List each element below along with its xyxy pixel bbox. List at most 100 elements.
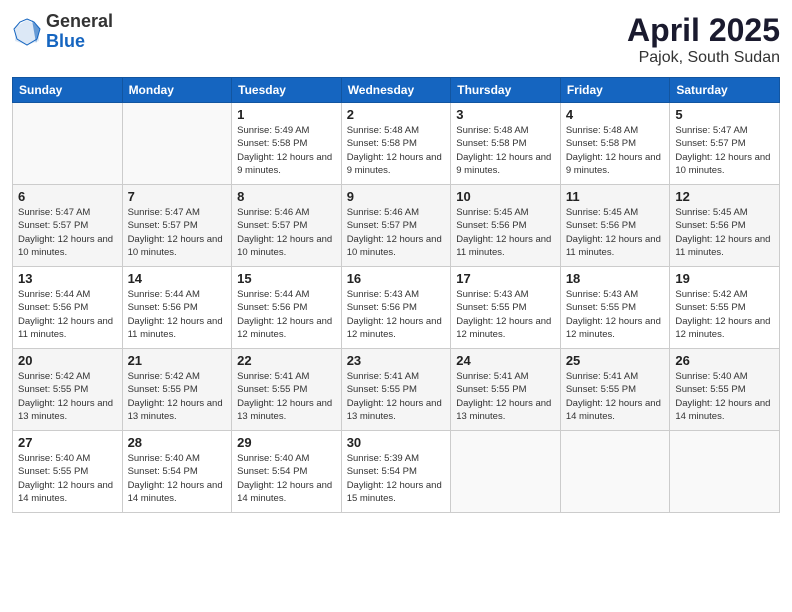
day-cell: 6 Sunrise: 5:47 AM Sunset: 5:57 PM Daylig… [13,185,123,267]
day-cell: 25 Sunrise: 5:41 AM Sunset: 5:55 PM Dayli… [560,349,670,431]
header-wednesday: Wednesday [341,78,451,103]
day-number: 14 [128,271,227,286]
day-cell: 14 Sunrise: 5:44 AM Sunset: 5:56 PM Dayli… [122,267,232,349]
day-cell: 2 Sunrise: 5:48 AM Sunset: 5:58 PM Daylig… [341,103,451,185]
day-info: Sunrise: 5:44 AM Sunset: 5:56 PM Dayligh… [237,288,336,341]
day-number: 13 [18,271,117,286]
day-cell: 16Sunrise: 5:43 AM Sunset: 5:56 PM Dayli… [341,267,451,349]
header-monday: Monday [122,78,232,103]
day-number: 12 [675,189,774,204]
logo-icon [12,17,42,47]
day-cell: 15Sunrise: 5:44 AM Sunset: 5:56 PM Dayli… [232,267,342,349]
header-saturday: Saturday [670,78,780,103]
day-cell: 20 Sunrise: 5:42 AM Sunset: 5:55 PM Dayli… [13,349,123,431]
header-thursday: Thursday [451,78,561,103]
header-tuesday: Tuesday [232,78,342,103]
day-number: 25 [566,353,665,368]
day-info: Sunrise: 5:41 AM Sunset: 5:55 PM Dayligh… [566,370,665,423]
day-number: 2 [347,107,446,122]
day-number: 18 [566,271,665,286]
day-info: Sunrise: 5:49 AM Sunset: 5:58 PM Dayligh… [237,124,336,177]
day-number: 28 [128,435,227,450]
day-cell: 27Sunrise: 5:40 AM Sunset: 5:55 PM Dayli… [13,431,123,513]
week-row-2: 6 Sunrise: 5:47 AM Sunset: 5:57 PM Daylig… [13,185,780,267]
day-number: 6 [18,189,117,204]
logo: General Blue [12,12,113,52]
day-info: Sunrise: 5:47 AM Sunset: 5:57 PM Dayligh… [18,206,117,259]
day-cell: 7 Sunrise: 5:47 AM Sunset: 5:57 PM Daylig… [122,185,232,267]
day-info: Sunrise: 5:47 AM Sunset: 5:57 PM Dayligh… [675,124,774,177]
day-number: 9 [347,189,446,204]
calendar-page: General Blue April 2025 Pajok, South Sud… [0,0,792,612]
day-info: Sunrise: 5:39 AM Sunset: 5:54 PM Dayligh… [347,452,446,505]
logo-general-text: General [46,12,113,32]
day-cell: 11Sunrise: 5:45 AM Sunset: 5:56 PM Dayli… [560,185,670,267]
day-number: 10 [456,189,555,204]
day-info: Sunrise: 5:42 AM Sunset: 5:55 PM Dayligh… [128,370,227,423]
day-number: 24 [456,353,555,368]
day-number: 21 [128,353,227,368]
day-number: 7 [128,189,227,204]
week-row-5: 27Sunrise: 5:40 AM Sunset: 5:55 PM Dayli… [13,431,780,513]
day-cell: 8Sunrise: 5:46 AM Sunset: 5:57 PM Daylig… [232,185,342,267]
day-cell [122,103,232,185]
day-number: 1 [237,107,336,122]
day-cell: 5 Sunrise: 5:47 AM Sunset: 5:57 PM Daylig… [670,103,780,185]
day-cell: 1 Sunrise: 5:49 AM Sunset: 5:58 PM Daylig… [232,103,342,185]
day-info: Sunrise: 5:41 AM Sunset: 5:55 PM Dayligh… [347,370,446,423]
day-info: Sunrise: 5:46 AM Sunset: 5:57 PM Dayligh… [237,206,336,259]
day-cell [13,103,123,185]
day-cell: 4 Sunrise: 5:48 AM Sunset: 5:58 PM Daylig… [560,103,670,185]
day-cell: 22 Sunrise: 5:41 AM Sunset: 5:55 PM Dayli… [232,349,342,431]
logo-blue-text: Blue [46,32,113,52]
day-cell [670,431,780,513]
day-info: Sunrise: 5:40 AM Sunset: 5:54 PM Dayligh… [237,452,336,505]
header-friday: Friday [560,78,670,103]
day-info: Sunrise: 5:47 AM Sunset: 5:57 PM Dayligh… [128,206,227,259]
day-cell: 9 Sunrise: 5:46 AM Sunset: 5:57 PM Daylig… [341,185,451,267]
day-info: Sunrise: 5:46 AM Sunset: 5:57 PM Dayligh… [347,206,446,259]
title-block: April 2025 Pajok, South Sudan [627,12,780,67]
day-number: 22 [237,353,336,368]
day-info: Sunrise: 5:40 AM Sunset: 5:55 PM Dayligh… [675,370,774,423]
day-cell: 17 Sunrise: 5:43 AM Sunset: 5:55 PM Dayli… [451,267,561,349]
day-cell: 19 Sunrise: 5:42 AM Sunset: 5:55 PM Dayli… [670,267,780,349]
day-number: 11 [566,189,665,204]
day-number: 17 [456,271,555,286]
day-info: Sunrise: 5:48 AM Sunset: 5:58 PM Dayligh… [566,124,665,177]
week-row-1: 1 Sunrise: 5:49 AM Sunset: 5:58 PM Daylig… [13,103,780,185]
day-number: 26 [675,353,774,368]
day-cell: 23 Sunrise: 5:41 AM Sunset: 5:55 PM Dayli… [341,349,451,431]
day-cell: 10Sunrise: 5:45 AM Sunset: 5:56 PM Dayli… [451,185,561,267]
day-cell: 13 Sunrise: 5:44 AM Sunset: 5:56 PM Dayli… [13,267,123,349]
day-cell: 28 Sunrise: 5:40 AM Sunset: 5:54 PM Dayli… [122,431,232,513]
day-cell: 21 Sunrise: 5:42 AM Sunset: 5:55 PM Dayli… [122,349,232,431]
day-number: 4 [566,107,665,122]
day-info: Sunrise: 5:41 AM Sunset: 5:55 PM Dayligh… [237,370,336,423]
day-cell: 26 Sunrise: 5:40 AM Sunset: 5:55 PM Dayli… [670,349,780,431]
day-info: Sunrise: 5:43 AM Sunset: 5:55 PM Dayligh… [456,288,555,341]
day-info: Sunrise: 5:44 AM Sunset: 5:56 PM Dayligh… [128,288,227,341]
month-title: April 2025 [627,12,780,49]
day-cell: 24Sunrise: 5:41 AM Sunset: 5:55 PM Dayli… [451,349,561,431]
day-info: Sunrise: 5:48 AM Sunset: 5:58 PM Dayligh… [456,124,555,177]
day-info: Sunrise: 5:40 AM Sunset: 5:54 PM Dayligh… [128,452,227,505]
day-info: Sunrise: 5:42 AM Sunset: 5:55 PM Dayligh… [675,288,774,341]
day-number: 19 [675,271,774,286]
week-row-3: 13 Sunrise: 5:44 AM Sunset: 5:56 PM Dayli… [13,267,780,349]
day-cell [451,431,561,513]
day-cell: 29 Sunrise: 5:40 AM Sunset: 5:54 PM Dayli… [232,431,342,513]
day-number: 23 [347,353,446,368]
day-number: 29 [237,435,336,450]
day-info: Sunrise: 5:42 AM Sunset: 5:55 PM Dayligh… [18,370,117,423]
day-number: 3 [456,107,555,122]
day-info: Sunrise: 5:44 AM Sunset: 5:56 PM Dayligh… [18,288,117,341]
day-info: Sunrise: 5:48 AM Sunset: 5:58 PM Dayligh… [347,124,446,177]
logo-text: General Blue [46,12,113,52]
day-cell: 3 Sunrise: 5:48 AM Sunset: 5:58 PM Daylig… [451,103,561,185]
day-number: 20 [18,353,117,368]
day-cell: 30Sunrise: 5:39 AM Sunset: 5:54 PM Dayli… [341,431,451,513]
day-number: 5 [675,107,774,122]
header-sunday: Sunday [13,78,123,103]
day-cell [560,431,670,513]
